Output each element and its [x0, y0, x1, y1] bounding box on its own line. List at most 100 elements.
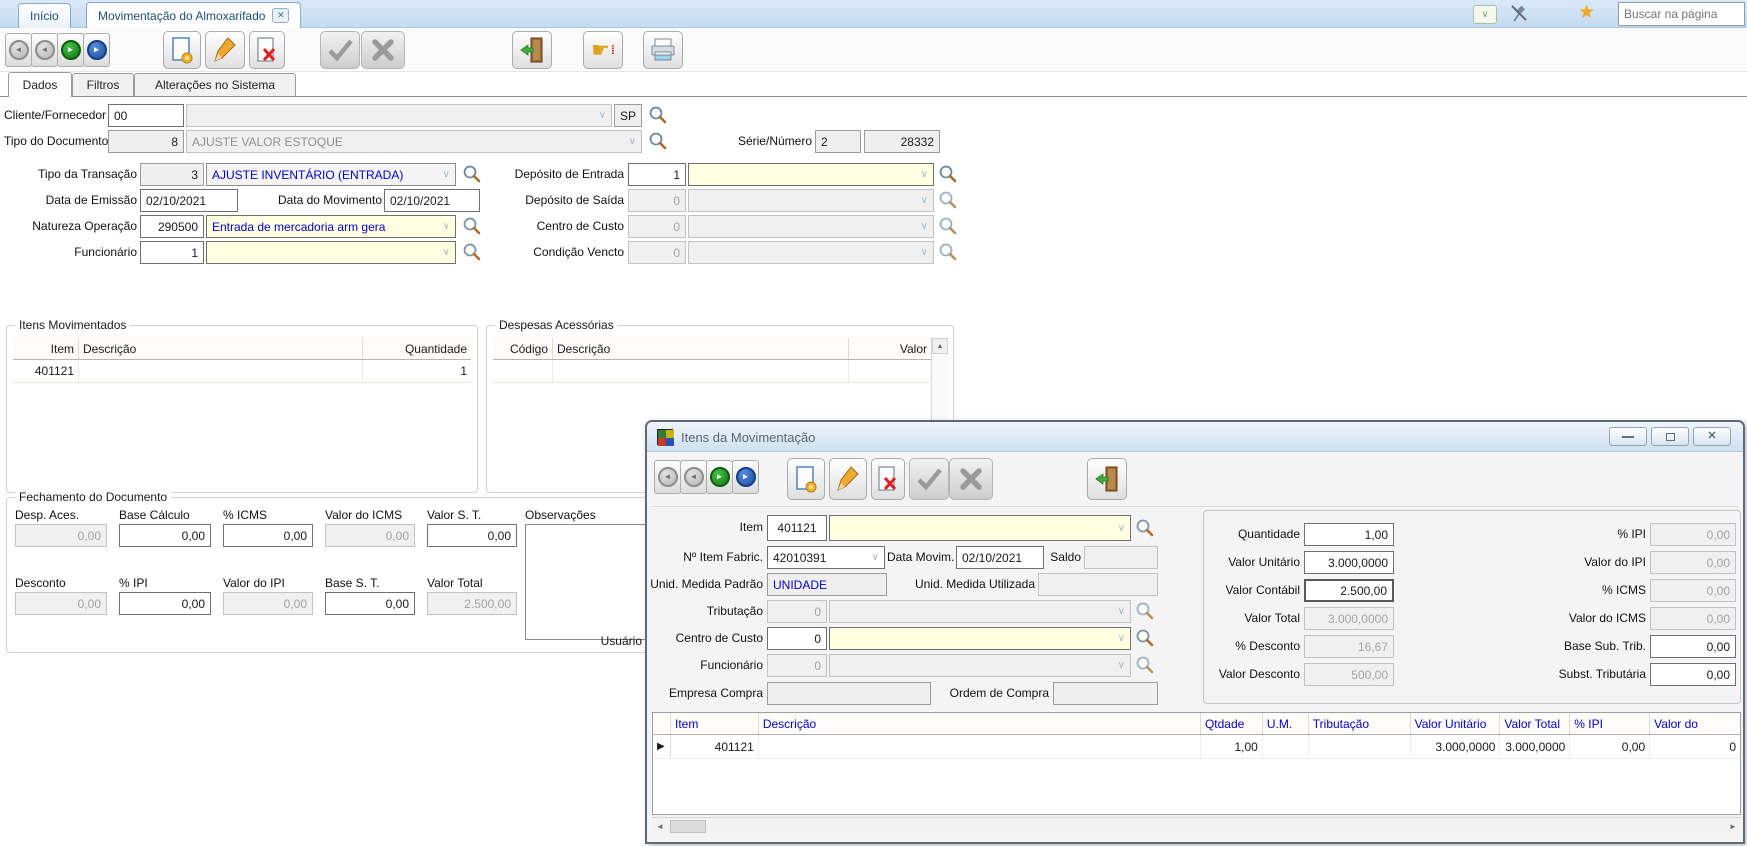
- tipo-transacao-search-icon[interactable]: [462, 164, 482, 184]
- base-sub-trib-field[interactable]: 0,00: [1650, 635, 1736, 658]
- table-row-empty[interactable]: [493, 360, 931, 383]
- deposito-entrada-code[interactable]: 1: [628, 163, 686, 186]
- cliente-fornecedor-code[interactable]: 00: [108, 104, 184, 127]
- modal-horizontal-scrollbar[interactable]: ◄ ►: [652, 817, 1741, 834]
- modal-centro-custo-search-icon[interactable]: [1135, 628, 1155, 648]
- funcionario-code[interactable]: 1: [140, 241, 204, 264]
- natureza-operacao-search-icon[interactable]: [462, 216, 482, 236]
- scroll-right-icon[interactable]: ►: [1725, 819, 1741, 834]
- valor-st-field[interactable]: 0,00: [427, 524, 517, 547]
- dropdown-icon[interactable]: ∨: [439, 247, 450, 258]
- table-row[interactable]: 401121 1: [13, 360, 471, 383]
- subst-tributaria-field[interactable]: 0,00: [1650, 663, 1736, 686]
- dropdown-icon: ∨: [1114, 606, 1125, 617]
- scroll-left-icon[interactable]: ◄: [652, 819, 668, 834]
- modal-confirm-button[interactable]: [909, 458, 949, 500]
- close-tab-icon[interactable]: ✕: [272, 8, 289, 23]
- modal-exit-button[interactable]: [1087, 458, 1127, 500]
- valor-contabil-field[interactable]: 2.500,00: [1304, 579, 1394, 602]
- saldo-field: [1084, 546, 1158, 569]
- minimize-button[interactable]: [1609, 427, 1647, 446]
- perc-ipi-field[interactable]: 0,00: [119, 592, 211, 615]
- modal-tributacao-code: 0: [767, 600, 827, 623]
- modal-last-record-button[interactable]: ►: [732, 460, 759, 494]
- unpin-icon[interactable]: [1508, 3, 1530, 28]
- dropdown-icon[interactable]: ∨: [1114, 633, 1125, 644]
- collapse-panel-button[interactable]: ∨: [1473, 5, 1497, 24]
- quantidade-field[interactable]: 1,00: [1304, 523, 1394, 546]
- dropdown-icon[interactable]: ∨: [868, 552, 879, 563]
- modal-centro-custo-combo[interactable]: ∨: [829, 627, 1131, 650]
- dropdown-icon[interactable]: ∨: [917, 169, 928, 180]
- tab-movimentacao[interactable]: Movimentação do Almoxarifado ✕: [86, 2, 301, 28]
- dialog-title-bar[interactable]: Itens da Movimentação ✕: [647, 422, 1743, 452]
- natureza-operacao-combo[interactable]: Entrada de mercadoria arm gera∨: [206, 215, 456, 238]
- close-icon: ✕: [1707, 431, 1716, 442]
- modal-grid-header: Item Descrição Qtdade U.M. Tributação Va…: [653, 713, 1740, 735]
- dropdown-icon[interactable]: ∨: [439, 221, 450, 232]
- tipo-documento-search-icon[interactable]: [648, 131, 668, 151]
- select-pointer-button[interactable]: ☛⁞: [583, 31, 623, 69]
- condicao-vencto-search-icon[interactable]: [938, 242, 958, 262]
- natureza-operacao-code[interactable]: 290500: [140, 215, 204, 238]
- modal-item-code[interactable]: 401121: [767, 515, 827, 541]
- tab-filtros[interactable]: Filtros: [72, 73, 134, 96]
- exit-button[interactable]: [512, 31, 552, 69]
- modal-cancel-button[interactable]: [949, 458, 993, 500]
- scrollbar-thumb[interactable]: [670, 820, 706, 833]
- close-button[interactable]: ✕: [1693, 427, 1731, 446]
- print-button[interactable]: [643, 31, 683, 69]
- modal-tributacao-search-icon[interactable]: [1135, 601, 1155, 621]
- last-record-button[interactable]: ►: [83, 33, 110, 67]
- tab-alteracoes-no-sistema[interactable]: Alterações no Sistema: [134, 73, 296, 96]
- deposito-entrada-search-icon[interactable]: [938, 164, 958, 184]
- confirm-button[interactable]: [320, 31, 360, 69]
- cliente-fornecedor-search-icon[interactable]: [648, 105, 668, 125]
- valor-unitario-field[interactable]: 3.000,0000: [1304, 551, 1394, 574]
- tab-dados[interactable]: Dados: [8, 72, 72, 97]
- previous-record-button[interactable]: ◄: [31, 33, 58, 67]
- first-record-button[interactable]: ◄: [5, 33, 32, 67]
- funcionario-combo[interactable]: ∨: [206, 241, 456, 264]
- next-record-button[interactable]: ►: [57, 33, 84, 67]
- modal-previous-record-button[interactable]: ◄: [680, 460, 707, 494]
- modal-centro-custo-code[interactable]: 0: [767, 627, 827, 650]
- modal-first-record-button[interactable]: ◄: [654, 460, 681, 494]
- modal-item-combo[interactable]: ∨: [829, 515, 1131, 541]
- centro-custo-search-icon[interactable]: [938, 216, 958, 236]
- favorite-star-icon[interactable]: ★: [1578, 3, 1595, 22]
- delete-record-button[interactable]: [249, 31, 285, 69]
- base-st-field[interactable]: 0,00: [325, 592, 415, 615]
- modal-funcionario-search-icon[interactable]: [1135, 655, 1155, 675]
- data-movimento-field[interactable]: 02/10/2021: [384, 189, 480, 212]
- data-movim-field[interactable]: 02/10/2021: [956, 546, 1044, 569]
- modal-perc-ipi-field: 0,00: [1650, 523, 1736, 546]
- new-record-button[interactable]: [163, 31, 201, 69]
- base-calculo-field[interactable]: 0,00: [119, 524, 211, 547]
- funcionario-search-icon[interactable]: [462, 242, 482, 262]
- modal-edit-record-button[interactable]: [829, 458, 867, 500]
- modal-item-search-icon[interactable]: [1135, 518, 1155, 538]
- dropdown-icon[interactable]: ∨: [1114, 523, 1125, 534]
- num-item-fabric-combo[interactable]: 42010391∨: [767, 546, 885, 569]
- cancel-button[interactable]: [361, 31, 405, 69]
- col-codigo: Código: [493, 338, 553, 359]
- observacoes-field[interactable]: [525, 524, 649, 640]
- new-page-icon: [170, 36, 194, 64]
- perc-icms-field[interactable]: 0,00: [223, 524, 313, 547]
- maximize-button[interactable]: [1651, 427, 1689, 446]
- scroll-up-icon[interactable]: ▲: [932, 338, 948, 354]
- table-row[interactable]: ▶ 401121 1,00 3.000,0000 3.000,0000 0,00…: [653, 735, 1740, 759]
- tipo-transacao-combo[interactable]: AJUSTE INVENTÁRIO (ENTRADA)∨: [206, 163, 456, 186]
- deposito-saida-search-icon[interactable]: [938, 190, 958, 210]
- col-item: Item: [671, 713, 759, 734]
- tab-inicio[interactable]: Início: [18, 3, 71, 28]
- deposito-entrada-combo[interactable]: ∨: [688, 163, 934, 186]
- edit-record-button[interactable]: [205, 31, 245, 69]
- modal-delete-record-button[interactable]: [871, 458, 905, 500]
- modal-next-record-button[interactable]: ►: [706, 460, 733, 494]
- search-input[interactable]: [1618, 2, 1745, 26]
- dropdown-icon[interactable]: ∨: [439, 169, 450, 180]
- data-emissao-field[interactable]: 02/10/2021: [140, 189, 238, 212]
- modal-new-record-button[interactable]: [787, 458, 825, 500]
